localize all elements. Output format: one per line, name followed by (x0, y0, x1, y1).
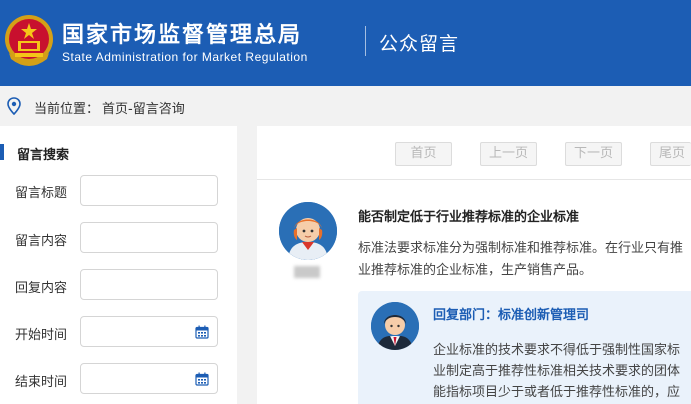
end-time-label: 结束时间 (15, 375, 68, 390)
next-page-button[interactable]: 下一页 (565, 142, 622, 166)
message-title-input[interactable] (80, 175, 218, 206)
message-content-label: 留言内容 (15, 234, 68, 249)
search-sidebar: 留言搜索 留言标题 留言内容 回复内容 开始时间 结束时间 (0, 126, 237, 404)
first-page-button[interactable]: 首页 (395, 142, 452, 166)
site-title-en: State Administration for Market Regulati… (62, 50, 308, 64)
header-divider (365, 26, 366, 56)
reply-text-line: 业制定高于推荐性标准相关技术要求的团体 (433, 364, 681, 379)
site-title: 国家市场监督管理总局 (62, 23, 303, 48)
user-avatar (279, 202, 337, 260)
reply-content-input[interactable] (80, 269, 218, 300)
search-title: 留言搜索 (17, 148, 70, 163)
breadcrumb-label: 当前位置： (34, 102, 100, 117)
reply-box: 回复部门：标准创新管理司 企业标准的技术要求不得低于强制性国家标 业制定高于推荐… (358, 291, 691, 404)
section-title: 公众留言 (379, 33, 460, 55)
reply-department: 回复部门：标准创新管理司 (433, 308, 590, 323)
reply-text-line: 企业标准的技术要求不得低于强制性国家标 (433, 343, 681, 358)
location-pin-icon (7, 97, 21, 115)
calendar-icon[interactable] (195, 372, 209, 386)
start-time-label: 开始时间 (15, 328, 68, 343)
official-avatar (371, 302, 419, 350)
message-content-input[interactable] (80, 222, 218, 253)
search-header-accent (0, 144, 4, 160)
breadcrumb-path[interactable]: 首页-留言咨询 (102, 98, 185, 117)
reply-text-line: 能指标项目少于或者低于推荐性标准的，应 (433, 385, 681, 400)
pagination: 首页 上一页 下一页 尾页 (257, 126, 691, 180)
message-panel: 首页 上一页 下一页 尾页 能否制定低于行业推荐标准的企业标准 标准法要求标准分… (257, 126, 691, 404)
calendar-icon[interactable] (195, 325, 209, 339)
site-header: 国家市场监督管理总局 State Administration for Mark… (0, 0, 691, 86)
last-page-button[interactable]: 尾页 (650, 142, 691, 166)
breadcrumb: 当前位置： 首页-留言咨询 (0, 86, 691, 126)
prev-page-button[interactable]: 上一页 (480, 142, 537, 166)
national-emblem-icon (5, 15, 53, 66)
message-title-label: 留言标题 (15, 186, 68, 201)
message-text-line: 标准法要求标准分为强制标准和推荐标准。在行业只有推 (358, 241, 684, 256)
reply-content-label: 回复内容 (15, 281, 68, 296)
message-text-line: 业推荐标准的企业标准，生产销售产品。 (358, 263, 593, 278)
message-title[interactable]: 能否制定低于行业推荐标准的企业标准 (358, 206, 579, 225)
user-name-blurred (294, 266, 320, 278)
